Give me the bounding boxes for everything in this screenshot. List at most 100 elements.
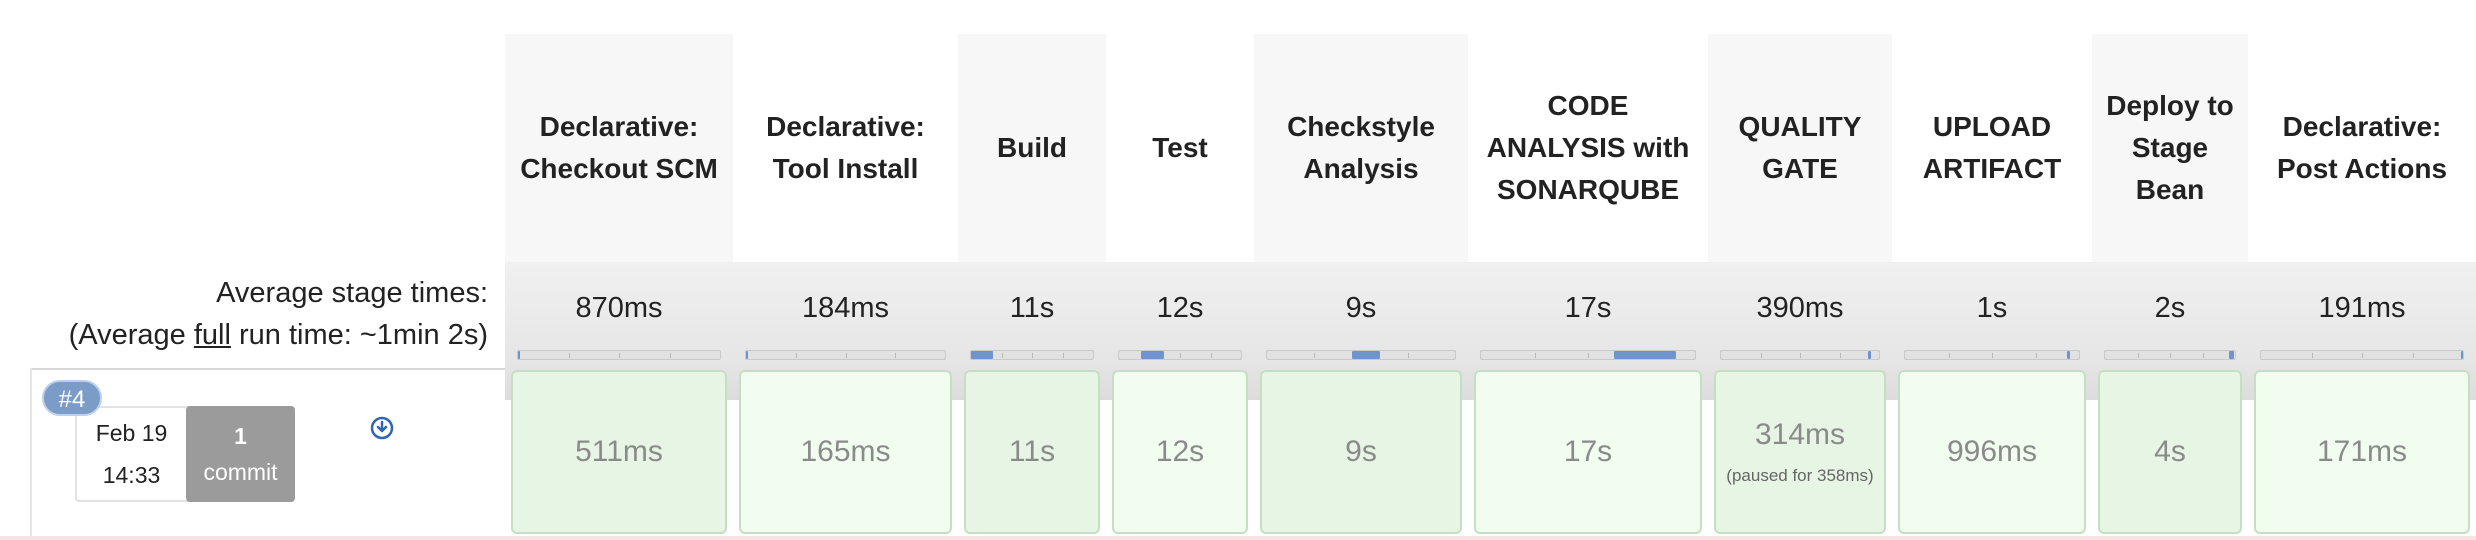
stage-column: UPLOAD ARTIFACT 1s 996ms	[1892, 34, 2092, 540]
average-stage-times-label: Average stage times: (Average full run t…	[0, 272, 488, 356]
stage-name: CODE ANALYSIS with SONARQUBE	[1486, 90, 1690, 205]
stage-column: Deploy to Stage Bean 2s 4s	[2092, 34, 2248, 540]
stage-average-time: 870ms	[575, 292, 663, 324]
commit-count: 1	[234, 423, 247, 449]
next-row-edge	[0, 536, 2476, 540]
stage-run-cell[interactable]: 171ms	[2254, 370, 2470, 534]
stage-run-time: 11s	[1008, 435, 1056, 468]
stage-name: Declarative: Post Actions	[2276, 111, 2448, 184]
stage-run-cell[interactable]: 314ms (paused for 358ms)	[1714, 370, 1886, 534]
stage-average-time: 11s	[1009, 292, 1055, 324]
stage-header[interactable]: Deploy to Stage Bean	[2092, 34, 2248, 262]
stage-average-bar-fill	[971, 351, 993, 359]
average-stage-times-text: Average stage times:	[216, 277, 488, 309]
stage-name: Test	[1152, 132, 1208, 163]
stage-header[interactable]: QUALITY GATE	[1708, 34, 1892, 262]
stage-average-bar	[970, 350, 1094, 360]
stage-column: Build 11s 11s	[958, 34, 1106, 540]
stage-average-bar-fill	[518, 351, 521, 359]
stage-run-time: 165ms	[800, 435, 891, 468]
stage-paused-note: (paused for 358ms)	[1726, 466, 1874, 485]
stage-column: Declarative: Post Actions 191ms 171ms	[2248, 34, 2476, 540]
stage-header[interactable]: CODE ANALYSIS with SONARQUBE	[1468, 34, 1708, 262]
download-circle-icon[interactable]	[370, 416, 394, 440]
stage-name: QUALITY GATE	[1738, 111, 1862, 184]
stage-run-cell[interactable]: 9s	[1260, 370, 1462, 534]
commit-label: commit	[203, 459, 278, 485]
stage-column: CODE ANALYSIS with SONARQUBE 17s 17s	[1468, 34, 1708, 540]
stage-header[interactable]: Build	[958, 34, 1106, 262]
stage-name: Checkstyle Analysis	[1287, 111, 1435, 184]
run-time-prefix: (Average	[68, 319, 194, 351]
stage-run-cell[interactable]: 511ms	[511, 370, 727, 534]
stage-average-bar	[1904, 350, 2080, 360]
stage-column: QUALITY GATE 390ms 314ms (paused for 358…	[1708, 34, 1892, 540]
stage-run-cell[interactable]: 165ms	[739, 370, 952, 534]
stage-average-time: 12s	[1156, 292, 1204, 324]
stage-run-time: 171ms	[2316, 435, 2408, 468]
stage-average-bar-fill	[2066, 351, 2071, 359]
run-time-suffix: run time: ~1min 2s)	[230, 319, 488, 351]
stage-run-time: 17s	[1563, 435, 1613, 468]
stage-average-bar	[1720, 350, 1880, 360]
stage-average-bar-fill	[2228, 351, 2234, 359]
stage-average-bar	[1480, 350, 1696, 360]
build-date-time: 14:33	[102, 462, 161, 488]
stage-name: Deploy to Stage Bean	[2106, 90, 2234, 205]
stage-average-bar-fill	[2460, 351, 2464, 359]
stage-name: Declarative: Tool Install	[766, 111, 925, 184]
stage-average-bar	[1118, 350, 1242, 360]
stage-average-bar	[2260, 350, 2464, 360]
stage-average-bar	[1266, 350, 1456, 360]
stage-run-cell[interactable]: 11s	[964, 370, 1100, 534]
stage-average-bar-fill	[1351, 351, 1380, 359]
stage-average-time: 9s	[1345, 292, 1377, 324]
stage-average-bar	[745, 350, 946, 360]
row-divider	[30, 368, 505, 370]
stage-average-time: 1s	[1976, 292, 2008, 324]
stage-average-bar-fill	[1867, 351, 1872, 359]
stage-run-time: 314ms	[1754, 418, 1846, 451]
stage-average-bar-fill	[1140, 351, 1165, 359]
stage-average-bar	[2104, 350, 2236, 360]
stage-column: Checkstyle Analysis 9s 9s	[1254, 34, 1468, 540]
stage-average-time: 2s	[2154, 292, 2186, 324]
stage-run-cell[interactable]: 12s	[1112, 370, 1248, 534]
build-date: Feb 19 14:33	[77, 408, 186, 500]
stage-average-bar-fill	[1613, 351, 1676, 359]
stage-average-bar-fill	[746, 351, 749, 359]
stage-run-time: 996ms	[1946, 435, 2038, 468]
stage-run-time: 12s	[1155, 435, 1205, 468]
changes-box[interactable]: 1 commit	[186, 406, 295, 502]
stage-run-time: 511ms	[575, 435, 663, 468]
build-number-badge[interactable]: #4	[42, 380, 102, 416]
stage-header[interactable]: Test	[1106, 34, 1254, 262]
build-date-day: Feb 19	[95, 420, 168, 446]
full-run-link[interactable]: full	[194, 319, 231, 351]
stage-average-bar	[517, 350, 721, 360]
stage-run-time: 9s	[1345, 435, 1377, 468]
stage-run-cell[interactable]: 4s	[2098, 370, 2242, 534]
stage-average-time: 191ms	[2318, 292, 2406, 324]
stage-header[interactable]: Checkstyle Analysis	[1254, 34, 1468, 262]
stage-average-time: 17s	[1564, 292, 1612, 324]
stage-average-time: 184ms	[801, 292, 890, 324]
stage-view: Average stage times: (Average full run t…	[0, 0, 2476, 540]
stage-header[interactable]: Declarative: Tool Install	[733, 34, 958, 262]
stage-column: Declarative: Tool Install 184ms 165ms	[733, 34, 958, 540]
stage-header[interactable]: Declarative: Checkout SCM	[505, 34, 733, 262]
stage-run-cell[interactable]: 17s	[1474, 370, 1702, 534]
stage-name: Build	[997, 132, 1067, 163]
stage-run-time: 4s	[2154, 435, 2186, 468]
stage-header[interactable]: Declarative: Post Actions	[2248, 34, 2476, 262]
stage-column: Declarative: Checkout SCM 870ms 511ms	[505, 34, 733, 540]
stage-run-cell[interactable]: 996ms	[1898, 370, 2086, 534]
row-left-border	[30, 368, 32, 540]
stage-name: UPLOAD ARTIFACT	[1922, 111, 2062, 184]
stage-header[interactable]: UPLOAD ARTIFACT	[1892, 34, 2092, 262]
stage-average-time: 390ms	[1756, 292, 1844, 324]
build-info-card[interactable]: Feb 19 14:33 1 commit	[75, 406, 295, 502]
stage-column: Test 12s 12s	[1106, 34, 1254, 540]
average-run-time-text: (Average full run time: ~1min 2s)	[0, 314, 488, 356]
stage-name: Declarative: Checkout SCM	[520, 111, 718, 184]
